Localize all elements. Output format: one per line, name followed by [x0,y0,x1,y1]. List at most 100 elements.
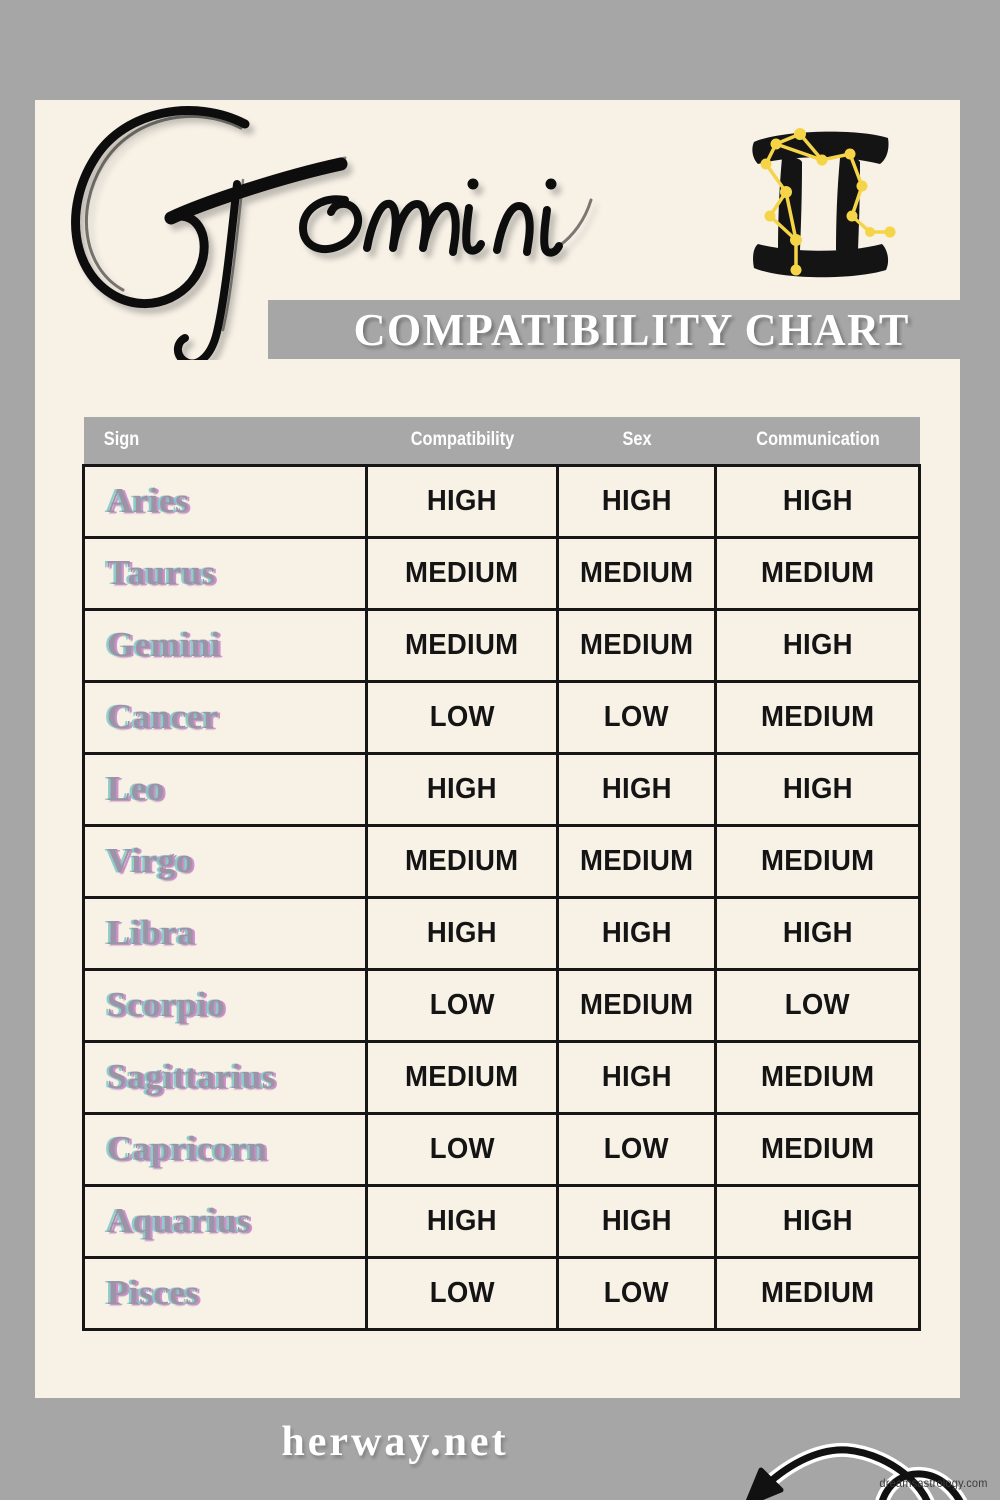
compatibility-cell: LOW [365,1255,559,1331]
sex-cell-value: HIGH [601,1204,672,1237]
compatibility-cell-value: LOW [429,700,495,733]
sex-cell: MEDIUM [556,535,717,611]
communication-cell: LOW [714,967,921,1043]
compatibility-cell: LOW [365,679,559,755]
communication-cell-value: MEDIUM [760,700,875,733]
column-header-sign: Sign [83,417,367,465]
compatibility-cell: HIGH [365,751,559,827]
compatibility-table: Sign Compatibility Sex Communication Ari… [82,417,921,1331]
sex-cell-value: LOW [603,1132,670,1165]
communication-cell-value: HIGH [782,772,853,805]
communication-cell: MEDIUM [714,1111,921,1187]
compatibility-cell: MEDIUM [365,823,559,899]
column-header-communication: Communication [715,417,920,465]
table-header-row: Sign Compatibility Sex Communication [83,417,920,465]
communication-cell-value: HIGH [782,484,853,517]
sign-cell: Aries [82,463,368,539]
sex-cell: HIGH [556,1183,717,1259]
communication-cell: HIGH [714,895,921,971]
sex-cell-value: HIGH [601,772,672,805]
sex-cell-value: HIGH [601,484,672,517]
table-row: Capricorn LOW LOW MEDIUM [82,1111,921,1187]
sex-cell-value: MEDIUM [579,844,694,877]
communication-cell-value: HIGH [782,1204,853,1237]
compatibility-cell: MEDIUM [365,535,559,611]
sex-cell-value: MEDIUM [579,556,694,589]
table-row: Leo HIGH HIGH HIGH [82,751,921,827]
communication-cell: MEDIUM [714,535,921,611]
compatibility-cell-value: HIGH [426,916,498,949]
communication-cell: HIGH [714,607,921,683]
sex-cell: LOW [556,679,717,755]
sign-cell: Leo [82,751,368,827]
compatibility-cell: MEDIUM [365,1039,559,1115]
banner-title: COMPATIBILITY CHART [353,304,910,355]
compatibility-cell-value: HIGH [426,772,498,805]
compatibility-cell-value: LOW [429,1132,495,1165]
communication-cell-value: MEDIUM [760,844,875,877]
footer-url: herway.net [281,1419,509,1465]
sex-cell-value: MEDIUM [579,988,694,1021]
communication-cell: MEDIUM [714,1255,921,1331]
column-header-sex: Sex [557,417,716,465]
compatibility-cell: HIGH [365,1183,559,1259]
communication-cell-value: MEDIUM [760,1276,875,1309]
communication-cell: HIGH [714,1183,921,1259]
sign-label: Taurus [107,553,216,592]
gemini-symbol-icon [752,128,896,278]
compatibility-cell-value: MEDIUM [405,844,519,877]
table-row: Gemini MEDIUM MEDIUM HIGH [82,607,921,683]
sign-label: Gemini [107,625,221,664]
compatibility-cell: HIGH [365,895,559,971]
communication-cell: MEDIUM [714,679,921,755]
sign-cell: Pisces [82,1255,368,1331]
compatibility-cell: LOW [365,967,559,1043]
sex-cell-value: HIGH [601,1060,672,1093]
table-row: Libra HIGH HIGH HIGH [82,895,921,971]
sign-cell: Virgo [82,823,368,899]
compatibility-cell: LOW [365,1111,559,1187]
compatibility-cell: HIGH [365,463,559,539]
compatibility-cell-value: HIGH [426,484,498,517]
sign-cell: Libra [82,895,368,971]
sign-label: Pisces [107,1273,200,1312]
table-row: Cancer LOW LOW MEDIUM [82,679,921,755]
table-row: Aries HIGH HIGH HIGH [82,463,921,539]
sex-cell: LOW [556,1111,717,1187]
communication-cell-value: MEDIUM [760,1132,875,1165]
title-area: COMPATIBILITY CHART [35,100,995,390]
column-header-compatibility: Compatibility [366,417,558,465]
sign-label: Scorpio [107,985,226,1024]
sign-label: Aquarius [107,1201,252,1240]
communication-cell-value: HIGH [782,916,853,949]
sex-cell: MEDIUM [556,823,717,899]
sign-label: Capricorn [107,1129,268,1168]
watermark-text: dreamsastrology.com [879,1476,988,1490]
sign-label: Virgo [107,841,194,880]
compatibility-cell-value: LOW [429,1276,495,1309]
sex-cell: LOW [556,1255,717,1331]
compatibility-cell-value: MEDIUM [405,1060,519,1093]
sex-cell: HIGH [556,463,717,539]
compatibility-cell-value: MEDIUM [405,556,519,589]
sex-cell-value: LOW [603,700,670,733]
sex-cell-value: LOW [603,1276,670,1309]
sign-label: Aries [107,481,190,520]
communication-cell: MEDIUM [714,823,921,899]
sign-cell: Scorpio [82,967,368,1043]
sign-cell: Sagittarius [82,1039,368,1115]
infographic-card: COMPATIBILITY CHART Sign Compatibility S… [35,100,995,1500]
sign-cell: Cancer [82,679,368,755]
table-header: Sign Compatibility Sex Communication [83,417,920,465]
compatibility-cell-value: LOW [429,988,495,1021]
sex-cell: HIGH [556,751,717,827]
communication-cell: HIGH [714,463,921,539]
sign-label: Libra [107,913,196,952]
table-row: Pisces LOW LOW MEDIUM [82,1255,921,1331]
sex-cell: HIGH [556,895,717,971]
sex-cell: HIGH [556,1039,717,1115]
table-row: Scorpio LOW MEDIUM LOW [82,967,921,1043]
communication-cell-value: HIGH [782,628,853,661]
compatibility-cell-value: HIGH [426,1204,498,1237]
sign-cell: Taurus [82,535,368,611]
